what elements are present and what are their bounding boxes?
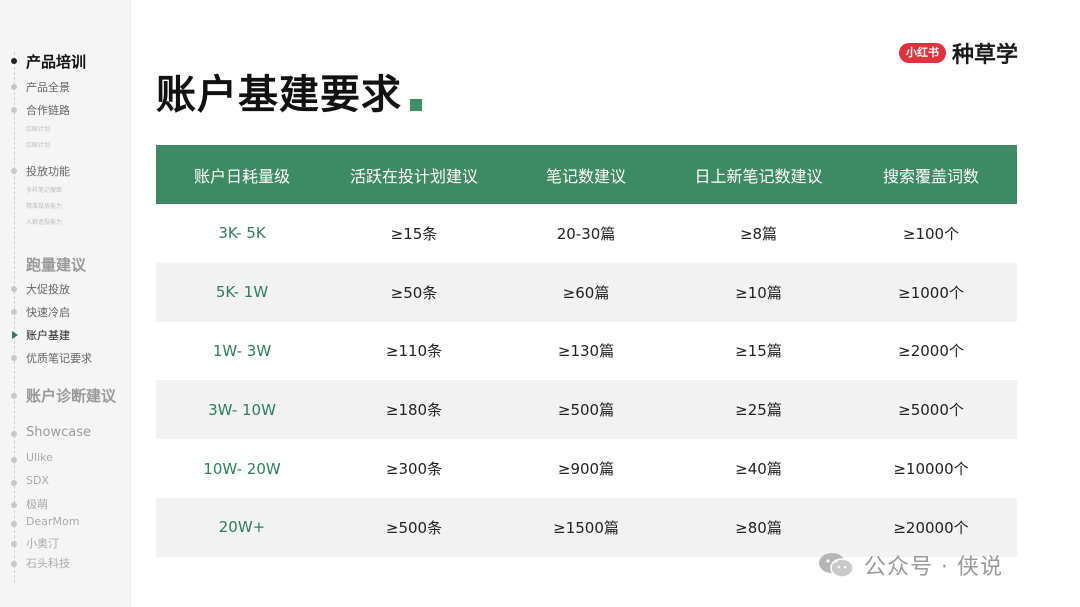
- sidebar-bullet: [11, 84, 17, 90]
- sidebar-item-cooperation-chain[interactable]: 合作链路: [26, 102, 70, 118]
- table-cell: ≥60篇: [562, 283, 610, 302]
- sidebar-item-roborock[interactable]: 石头科技: [26, 555, 70, 571]
- table-cell: ≥25篇: [735, 401, 782, 420]
- table-cell: ≥500篇: [557, 401, 615, 420]
- wechat-icon: [818, 551, 856, 579]
- sidebar-item-product-overview[interactable]: 产品全景: [26, 79, 70, 95]
- table-cell: ≥100个: [902, 224, 960, 243]
- table-cell: 20W+: [218, 518, 266, 537]
- sidebar-subitem[interactable]: 多样笔记展面: [26, 185, 62, 194]
- table-row: 10W- 20W ≥300条 ≥900篇 ≥40篇 ≥10000个: [156, 439, 1017, 498]
- sidebar: 产品培训 产品全景 合作链路 红眼计划 红眼计划 投放功能 多样笔记展面 精准投…: [0, 0, 131, 607]
- brand-name: 种草学: [951, 43, 1018, 68]
- sidebar-bullet: [11, 502, 17, 508]
- header-cell: 日上新笔记数建议: [694, 166, 823, 186]
- table-cell: ≥5000个: [898, 401, 964, 420]
- header-cell: 账户日耗量级: [193, 166, 290, 186]
- table-cell: ≥80篇: [735, 518, 782, 537]
- table-header: 账户日耗量级 活跃在投计划建议 笔记数建议 日上新笔记数建议 搜索覆盖词数: [156, 145, 1017, 204]
- table-cell: ≥20000个: [893, 518, 969, 537]
- table-row: 20W+ ≥500条 ≥1500篇 ≥80篇 ≥20000个: [156, 497, 1017, 557]
- sidebar-bullet: [11, 107, 17, 113]
- sidebar-item-xiaoaoting[interactable]: 小奥汀: [26, 535, 59, 551]
- table-cell: ≥1000个: [898, 283, 964, 302]
- sidebar-bullet: [11, 393, 17, 399]
- table-cell: 3K- 5K: [218, 224, 266, 243]
- sidebar-subitem[interactable]: 人群追投能力: [26, 217, 62, 226]
- table-cell: 5K- 1W: [215, 283, 269, 302]
- table-cell: ≥500条: [385, 518, 443, 537]
- table-cell: ≥900篇: [557, 460, 615, 479]
- table-cell: ≥130篇: [557, 342, 615, 361]
- brand-badge: 小红书: [898, 43, 946, 63]
- requirements-table: 账户日耗量级 活跃在投计划建议 笔记数建议 日上新笔记数建议 搜索覆盖词数 3K…: [156, 145, 1017, 557]
- sidebar-bullet: [11, 309, 17, 315]
- watermark-text: 公众号 · 侠说: [864, 555, 1003, 580]
- header-cell: 活跃在投计划建议: [349, 166, 478, 186]
- watermark: 公众号 · 侠说: [818, 549, 1003, 581]
- table-cell: 20-30篇: [556, 224, 616, 243]
- sidebar-section-product-training[interactable]: 产品培训: [26, 51, 86, 72]
- sidebar-item-delivery-features[interactable]: 投放功能: [26, 163, 70, 179]
- sidebar-subitem[interactable]: 红眼计划: [26, 140, 50, 149]
- table-cell: ≥10000个: [893, 460, 969, 479]
- table-cell: ≥40篇: [735, 460, 782, 479]
- table-row: 5K- 1W ≥50条 ≥60篇 ≥10篇 ≥1000个: [156, 262, 1017, 322]
- sidebar-item-quick-cold-start[interactable]: 快速冷启: [26, 304, 70, 320]
- sidebar-bullet: [11, 541, 17, 547]
- sidebar-item-ulike[interactable]: Ulike: [26, 451, 53, 464]
- table-row: 3K- 5K ≥15条 20-30篇 ≥8篇 ≥100个: [156, 204, 1017, 263]
- table-row: 3W- 10W ≥180条 ≥500篇 ≥25篇 ≥5000个: [156, 380, 1017, 440]
- sidebar-section-account-diagnosis[interactable]: 账户诊断建议: [26, 385, 116, 406]
- sidebar-item-jimeng[interactable]: 极萌: [26, 496, 48, 512]
- table-cell: ≥50条: [390, 283, 438, 302]
- sidebar-bullet: [11, 521, 17, 527]
- sidebar-subitem[interactable]: 红眼计划: [26, 124, 50, 133]
- title-accent-square: [410, 99, 422, 111]
- sidebar-bullet: [11, 286, 17, 292]
- sidebar-bullet: [11, 168, 17, 174]
- sidebar-item-account-infrastructure[interactable]: 账户基建: [26, 327, 70, 343]
- table-cell: 1W- 3W: [212, 341, 272, 360]
- sidebar-section-showcase[interactable]: Showcase: [26, 425, 91, 440]
- sidebar-bullet: [11, 431, 17, 437]
- sidebar-bullet: [11, 58, 17, 64]
- sidebar-bullet: [11, 457, 17, 463]
- sidebar-item-big-promo[interactable]: 大促投放: [26, 281, 70, 297]
- table-cell: ≥110条: [385, 342, 443, 361]
- table-cell: ≥2000个: [898, 342, 964, 361]
- header-cell: 笔记数建议: [545, 166, 626, 186]
- table-cell: ≥8篇: [739, 224, 778, 243]
- sidebar-bullet: [11, 355, 17, 361]
- table-cell: ≥15条: [390, 224, 438, 243]
- sidebar-item-sdx[interactable]: SDX: [26, 474, 49, 487]
- table-cell: ≥300条: [385, 460, 443, 479]
- table-row: 1W- 3W ≥110条 ≥130篇 ≥15篇 ≥2000个: [156, 321, 1017, 381]
- table-cell: 10W- 20W: [203, 459, 281, 478]
- table-cell: ≥1500篇: [553, 518, 619, 537]
- table-cell: ≥15篇: [735, 342, 782, 361]
- brand-logo: 小红书 种草学: [898, 37, 1018, 69]
- page-title: 账户基建要求: [156, 72, 402, 118]
- sidebar-bullet: [11, 561, 17, 567]
- table-cell: 3W- 10W: [208, 400, 276, 419]
- sidebar-item-dearmom[interactable]: DearMom: [26, 515, 79, 528]
- table-cell: ≥180条: [385, 401, 443, 420]
- sidebar-subitem[interactable]: 精准投放能力: [26, 201, 62, 210]
- sidebar-item-quality-notes[interactable]: 优质笔记要求: [26, 350, 92, 366]
- table-cell: ≥10篇: [735, 283, 782, 302]
- header-cell: 搜索覆盖词数: [882, 166, 979, 186]
- sidebar-section-volume-advice[interactable]: 跑量建议: [26, 254, 86, 275]
- sidebar-bullet: [11, 480, 17, 486]
- sidebar-current-marker-icon: [12, 331, 18, 339]
